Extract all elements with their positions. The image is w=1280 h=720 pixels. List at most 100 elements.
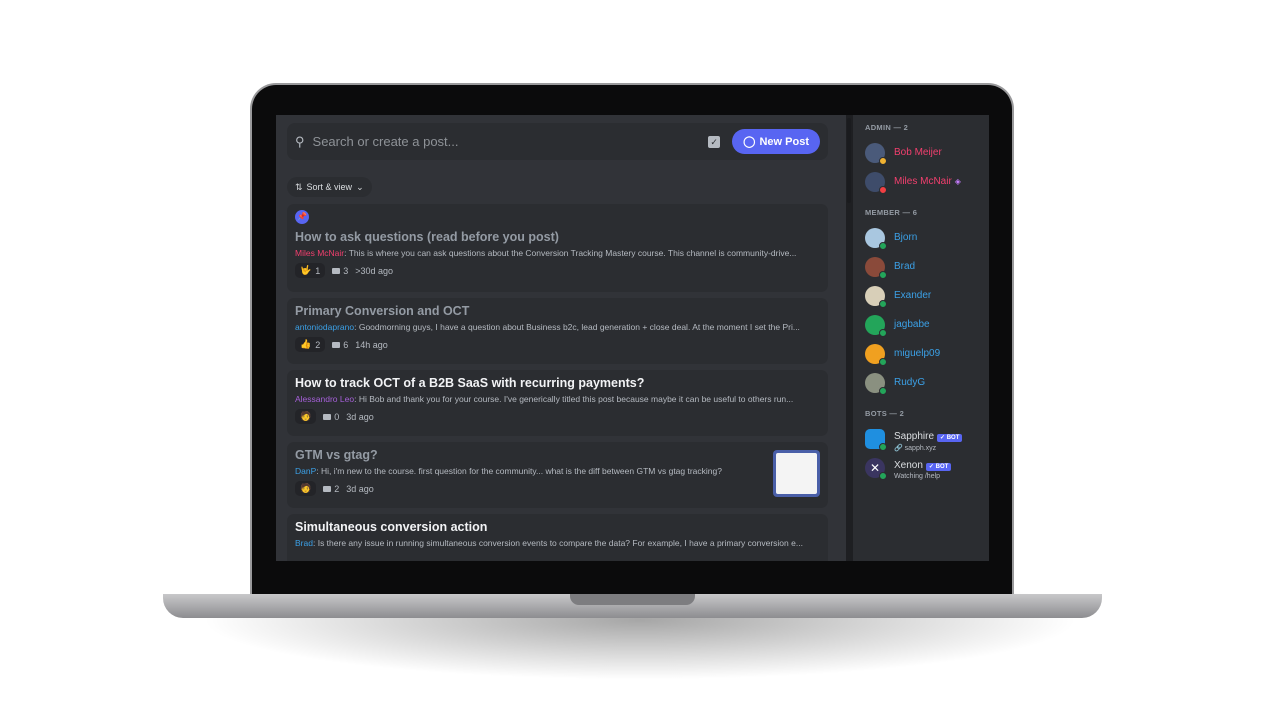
member-item[interactable]: RudyG — [865, 368, 989, 397]
member-item[interactable]: Sapphire ✓ BOT 🔗 sapph.xyz — [865, 424, 989, 453]
member-name: Brad — [894, 261, 916, 272]
nitro-boost-icon: ◈ — [954, 177, 961, 186]
comment-icon — [323, 485, 332, 492]
new-post-label: New Post — [759, 135, 809, 148]
member-item[interactable]: Bob Meijer — [865, 138, 989, 167]
member-item[interactable]: miguelp09 — [865, 339, 989, 368]
sort-label: Sort & view — [306, 182, 353, 192]
bots-header: BOTS — 2 — [865, 409, 905, 418]
member-status: Watching /help — [894, 473, 941, 480]
avatar — [865, 372, 887, 395]
reaction-count: 2 — [315, 339, 321, 350]
avatar — [865, 227, 887, 250]
comment-icon — [332, 341, 341, 348]
snippet-text: Goodmorning guys, I have a question abou… — [358, 322, 800, 332]
member-item[interactable]: ✕ Xenon ✓ BOT Watching /help — [865, 453, 989, 482]
discord-forum-screen: ⚲ Search or create a post... ✓ ◯ New Post… — [276, 115, 989, 561]
member-item[interactable]: Bjorn — [865, 223, 989, 252]
comment-count: 2 — [323, 484, 339, 494]
post-time: >30d ago — [355, 265, 394, 276]
bot-badge: ✓ BOT — [937, 433, 963, 442]
post-author: DanP — [295, 466, 317, 476]
sort-icon: ⇅ — [295, 181, 303, 192]
search-icon: ⚲ — [295, 133, 305, 149]
avatar — [865, 285, 887, 308]
post-thumbnail[interactable] — [773, 450, 820, 497]
member-name: Bob Meijer — [894, 147, 942, 158]
reaction-button[interactable]: 🧑 — [295, 409, 317, 424]
post-snippet: DanP: Hi, i'm new to the course. first q… — [295, 466, 722, 476]
chevron-down-icon: ⌄ — [356, 181, 364, 192]
member-name: Exander — [894, 290, 932, 301]
snippet-text: Hi, i'm new to the course. first questio… — [321, 466, 722, 476]
comment-count: 3 — [332, 266, 348, 276]
comment-icon — [323, 413, 332, 420]
post-time: 3d ago — [346, 483, 374, 494]
snippet-text: Is there any issue in running simultaneo… — [317, 538, 803, 548]
member-item[interactable]: jagbabe — [865, 310, 989, 339]
member-item[interactable]: Brad — [865, 252, 989, 281]
post-title: Simultaneous conversion action — [295, 520, 488, 534]
avatar — [865, 142, 887, 165]
post-card[interactable]: Simultaneous conversion action Brad: Is … — [287, 514, 828, 561]
laptop-notch — [570, 594, 695, 605]
avatar — [865, 171, 887, 194]
reaction-emoji: 🧑 — [300, 411, 312, 421]
bot-badge: ✓ BOT — [925, 463, 952, 471]
avatar: ✕ — [865, 457, 887, 480]
member-item[interactable]: Exander — [865, 281, 989, 310]
post-snippet: antoniodaprano: Goodmorning guys, I have… — [295, 322, 800, 332]
member-list: ADMIN — 2 Bob Meijer Miles McNair ◈ MEMBE… — [853, 115, 989, 561]
reaction-emoji: 👍 — [300, 339, 312, 349]
post-time: 14h ago — [355, 339, 388, 350]
scrollbar[interactable] — [846, 115, 853, 561]
post-title: How to track OCT of a B2B SaaS with recu… — [295, 376, 645, 390]
post-title: GTM vs gtag? — [295, 448, 378, 462]
pin-icon: 📌 — [295, 210, 309, 224]
member-status: 🔗 sapph.xyz — [894, 444, 937, 452]
chat-bubble-icon: ◯ — [743, 136, 756, 148]
discord-avatar-icon — [865, 314, 887, 337]
reaction-button[interactable]: 🧑 — [295, 481, 317, 496]
search-input[interactable]: Search or create a post... — [313, 134, 709, 149]
post-author: Brad — [295, 538, 313, 548]
member-name: Sapphire — [894, 430, 935, 442]
member-item[interactable]: Miles McNair ◈ — [865, 167, 989, 196]
avatar — [865, 256, 887, 279]
reaction-count: 1 — [315, 265, 321, 276]
post-snippet: Brad: Is there any issue in running simu… — [295, 538, 803, 548]
post-card[interactable]: Primary Conversion and OCT antoniodapran… — [287, 298, 828, 364]
search-bar[interactable]: ⚲ Search or create a post... ✓ ◯ New Post — [287, 123, 828, 160]
comment-count: 0 — [323, 412, 339, 422]
post-time: 3d ago — [346, 411, 374, 422]
forum-channel: ⚲ Search or create a post... ✓ ◯ New Post… — [276, 115, 846, 561]
member-name: Xenon — [894, 460, 923, 471]
member-name: RudyG — [894, 377, 926, 388]
post-card[interactable]: GTM vs gtag? DanP: Hi, i'm new to the co… — [287, 442, 828, 508]
post-snippet: Alessandro Leo: Hi Bob and thank you for… — [295, 394, 794, 404]
reaction-button[interactable]: 👍 2 — [295, 337, 326, 352]
snippet-text: This is where you can ask questions abou… — [348, 248, 797, 258]
post-title: How to ask questions (read before you po… — [295, 230, 559, 244]
member-name: Miles McNair — [894, 176, 952, 187]
sort-view-button[interactable]: ⇅ Sort & view ⌄ — [287, 177, 372, 197]
member-name: jagbabe — [894, 319, 930, 330]
snippet-text: Hi Bob and thank you for your course. I'… — [358, 394, 794, 404]
post-title: Primary Conversion and OCT — [295, 304, 470, 318]
post-card[interactable]: How to track OCT of a B2B SaaS with recu… — [287, 370, 828, 436]
member-header: MEMBER — 6 — [865, 208, 918, 217]
comment-count: 6 — [332, 340, 348, 350]
post-author: Alessandro Leo — [295, 394, 355, 404]
avatar — [865, 428, 887, 451]
post-author: Miles McNair — [295, 248, 345, 258]
comment-icon — [332, 267, 341, 274]
new-post-button[interactable]: ◯ New Post — [732, 129, 820, 154]
admin-header: ADMIN — 2 — [865, 123, 909, 132]
reaction-emoji: 🤟 — [300, 265, 312, 275]
reaction-emoji: 🧑 — [300, 483, 312, 493]
reaction-button[interactable]: 🤟 1 — [295, 263, 326, 278]
guidelines-icon[interactable]: ✓ — [708, 135, 721, 148]
post-snippet: Miles McNair: This is where you can ask … — [295, 248, 797, 258]
post-card[interactable]: 📌 How to ask questions (read before you … — [287, 204, 828, 292]
member-name: miguelp09 — [894, 348, 941, 359]
